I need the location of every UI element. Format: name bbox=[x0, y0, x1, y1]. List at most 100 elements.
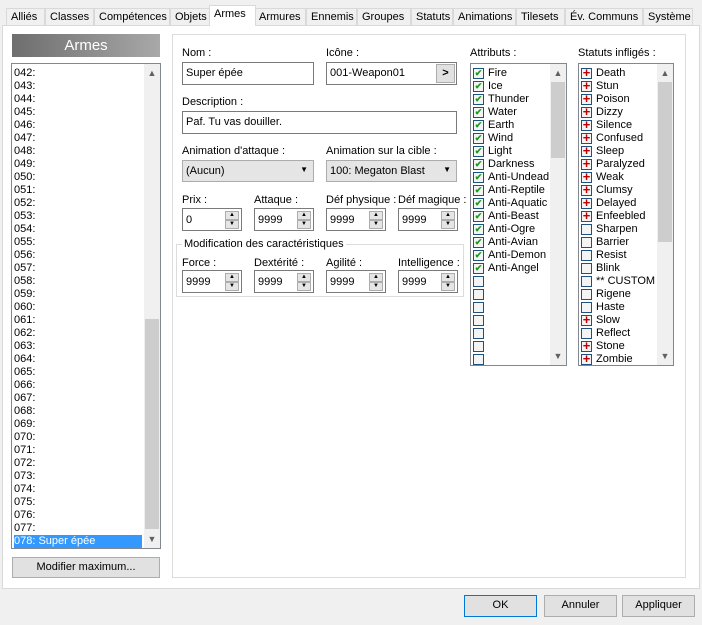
tab-12[interactable]: Système bbox=[643, 8, 693, 26]
list-item[interactable]: 067: bbox=[14, 392, 142, 405]
attribute-checkbox[interactable]: ✔ bbox=[473, 211, 484, 222]
state-item[interactable]: Confused bbox=[596, 132, 643, 145]
target-animation-select[interactable]: 100: Megaton Blast ▼ bbox=[326, 160, 457, 182]
attribute-checkbox[interactable]: ✔ bbox=[473, 133, 484, 144]
scroll-thumb[interactable] bbox=[658, 82, 672, 242]
description-input[interactable]: Paf. Tu vas douiller. bbox=[182, 111, 457, 134]
state-item[interactable]: Haste bbox=[596, 301, 625, 314]
list-item[interactable]: 073: bbox=[14, 470, 142, 483]
ok-button[interactable]: OK bbox=[464, 595, 537, 617]
scroll-thumb[interactable] bbox=[551, 82, 565, 158]
state-checkbox[interactable] bbox=[581, 224, 592, 235]
attribute-checkbox[interactable] bbox=[473, 289, 484, 300]
attribute-item[interactable]: Anti-Undead bbox=[488, 171, 549, 184]
list-item[interactable]: 056: bbox=[14, 249, 142, 262]
attribute-checkbox[interactable] bbox=[473, 341, 484, 352]
spin-up-icon[interactable]: ▲ bbox=[297, 211, 311, 220]
tab-0[interactable]: Alliés bbox=[6, 8, 45, 26]
list-item[interactable]: 051: bbox=[14, 184, 142, 197]
attribute-item[interactable]: Fire bbox=[488, 67, 507, 80]
list-item[interactable]: 050: bbox=[14, 171, 142, 184]
attribute-item[interactable]: Thunder bbox=[488, 93, 529, 106]
states-scrollbar[interactable]: ▲ ▼ bbox=[657, 64, 673, 365]
scroll-up-icon[interactable]: ▲ bbox=[657, 66, 673, 80]
tab-9[interactable]: Animations bbox=[453, 8, 516, 26]
scroll-thumb[interactable] bbox=[145, 319, 159, 529]
spin-up-icon[interactable]: ▲ bbox=[369, 211, 383, 220]
tab-8[interactable]: Statuts bbox=[411, 8, 453, 26]
list-item[interactable]: 062: bbox=[14, 327, 142, 340]
attribute-checkbox[interactable] bbox=[473, 315, 484, 326]
list-item[interactable]: 064: bbox=[14, 353, 142, 366]
state-item[interactable]: Delayed bbox=[596, 197, 636, 210]
state-item[interactable]: Dizzy bbox=[596, 106, 623, 119]
state-item[interactable]: Stone bbox=[596, 340, 625, 353]
list-item[interactable]: 069: bbox=[14, 418, 142, 431]
attributes-list[interactable]: ✔ Fire ✔ Ice ✔ Thunder ✔ Water ✔ Earth ✔ Wind ✔ Light… bbox=[470, 63, 567, 366]
scroll-down-icon[interactable]: ▼ bbox=[550, 349, 566, 363]
scroll-down-icon[interactable]: ▼ bbox=[657, 349, 673, 363]
list-item[interactable]: 060: bbox=[14, 301, 142, 314]
scroll-up-icon[interactable]: ▲ bbox=[550, 66, 566, 80]
list-item[interactable]: 070: bbox=[14, 431, 142, 444]
attribute-item[interactable]: Anti-Angel bbox=[488, 262, 539, 275]
state-checkbox[interactable] bbox=[581, 237, 592, 248]
list-item[interactable]: 043: bbox=[14, 80, 142, 93]
tab-4[interactable]: Armes bbox=[209, 5, 256, 26]
spin-down-icon[interactable]: ▼ bbox=[297, 220, 311, 229]
attribute-checkbox[interactable]: ✔ bbox=[473, 172, 484, 183]
name-input[interactable]: Super épée bbox=[182, 62, 314, 85]
tab-6[interactable]: Ennemis bbox=[306, 8, 357, 26]
attribute-item[interactable]: Water bbox=[488, 106, 517, 119]
attribute-item[interactable]: Darkness bbox=[488, 158, 534, 171]
state-item[interactable]: Slow bbox=[596, 314, 620, 327]
pdef-spinner[interactable]: 9999 ▲ ▼ bbox=[326, 208, 386, 231]
attribute-checkbox[interactable]: ✔ bbox=[473, 198, 484, 209]
list-item[interactable]: 045: bbox=[14, 106, 142, 119]
state-item[interactable]: Silence bbox=[596, 119, 632, 132]
list-item[interactable]: 049: bbox=[14, 158, 142, 171]
apply-button[interactable]: Appliquer bbox=[622, 595, 695, 617]
tab-11[interactable]: Év. Communs bbox=[565, 8, 643, 26]
spin-down-icon[interactable]: ▼ bbox=[441, 220, 455, 229]
spin-down-icon[interactable]: ▼ bbox=[369, 220, 383, 229]
weapon-list[interactable]: 042: 043: 044: 045: 046: 047: 048: 049: 050: 051:… bbox=[11, 63, 161, 549]
attribute-checkbox[interactable]: ✔ bbox=[473, 263, 484, 274]
list-item[interactable]: 071: bbox=[14, 444, 142, 457]
state-item[interactable]: Weak bbox=[596, 171, 624, 184]
state-item[interactable]: Sharpen bbox=[596, 223, 638, 236]
states-list[interactable]: + Death + Stun + Poison + Dizzy + Silence + Confuse… bbox=[578, 63, 674, 366]
state-item[interactable]: Resist bbox=[596, 249, 627, 262]
attributes-scrollbar[interactable]: ▲ ▼ bbox=[550, 64, 566, 365]
attribute-checkbox[interactable]: ✔ bbox=[473, 120, 484, 131]
plus-icon[interactable]: + bbox=[581, 352, 592, 365]
tab-3[interactable]: Objets bbox=[170, 8, 211, 26]
tab-1[interactable]: Classes bbox=[45, 8, 94, 26]
attribute-item[interactable]: Anti-Demon bbox=[488, 249, 546, 262]
attribute-checkbox[interactable]: ✔ bbox=[473, 250, 484, 261]
state-checkbox[interactable] bbox=[581, 263, 592, 274]
list-item[interactable]: 046: bbox=[14, 119, 142, 132]
list-item[interactable]: 052: bbox=[14, 197, 142, 210]
attribute-item[interactable]: Anti-Reptile bbox=[488, 184, 545, 197]
state-checkbox[interactable] bbox=[581, 250, 592, 261]
list-item[interactable]: 048: bbox=[14, 145, 142, 158]
list-item[interactable]: 053: bbox=[14, 210, 142, 223]
tab-10[interactable]: Tilesets bbox=[516, 8, 565, 26]
state-item[interactable]: Paralyzed bbox=[596, 158, 645, 171]
weapon-list-scrollbar[interactable]: ▲ ▼ bbox=[144, 64, 160, 548]
state-checkbox[interactable] bbox=[581, 276, 592, 287]
list-item[interactable]: 059: bbox=[14, 288, 142, 301]
list-item[interactable]: 065: bbox=[14, 366, 142, 379]
state-item[interactable]: Blink bbox=[596, 262, 620, 275]
attribute-checkbox[interactable] bbox=[473, 328, 484, 339]
list-item[interactable]: 057: bbox=[14, 262, 142, 275]
list-item[interactable]: 076: bbox=[14, 509, 142, 522]
list-item[interactable]: 061: bbox=[14, 314, 142, 327]
list-item[interactable]: 044: bbox=[14, 93, 142, 106]
tab-7[interactable]: Groupes bbox=[357, 8, 411, 26]
icon-select-button[interactable]: > bbox=[436, 64, 455, 83]
state-item[interactable]: Zombie bbox=[596, 353, 633, 365]
attribute-checkbox[interactable] bbox=[473, 276, 484, 287]
scroll-up-icon[interactable]: ▲ bbox=[144, 66, 160, 80]
